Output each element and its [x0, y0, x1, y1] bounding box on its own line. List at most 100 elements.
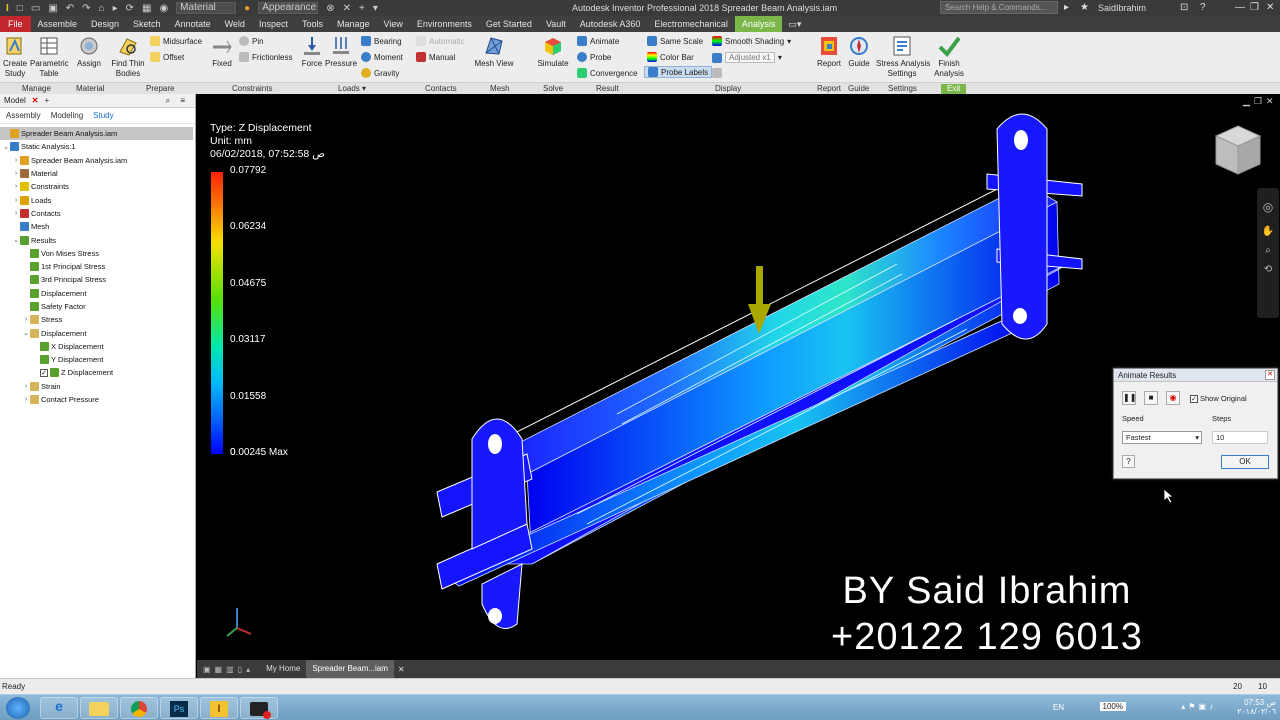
mesh-view-button[interactable]: Mesh View: [474, 35, 514, 69]
expand-toggle-icon[interactable]: ⌄: [22, 329, 30, 337]
speed-select[interactable]: Fastest ▾: [1122, 431, 1202, 444]
tree-item[interactable]: › Strain: [0, 380, 195, 393]
tab-get-started[interactable]: Get Started: [479, 16, 539, 32]
taskbar-inventor-icon[interactable]: I: [200, 697, 238, 719]
select-icon[interactable]: ▸: [113, 3, 118, 14]
measure-icon[interactable]: ▦: [142, 3, 151, 14]
tree-item[interactable]: ⌄ Displacement: [0, 326, 195, 339]
expand-toggle-icon[interactable]: ›: [12, 157, 20, 164]
plus-icon[interactable]: +: [359, 3, 365, 14]
pause-button[interactable]: ❚❚: [1122, 391, 1136, 405]
close-icon[interactable]: ✕: [1266, 2, 1274, 13]
tree-item[interactable]: Mesh: [0, 220, 195, 233]
tree-item[interactable]: ✓ Z Displacement: [0, 366, 195, 379]
help-button[interactable]: ?: [1122, 455, 1135, 468]
redo-icon[interactable]: ↷: [82, 3, 90, 14]
navigation-bar[interactable]: ◎ ✋ ⌕ ⟲: [1257, 188, 1279, 318]
tree-item[interactable]: › Stress: [0, 313, 195, 326]
tree-item[interactable]: Safety Factor: [0, 300, 195, 313]
tree-item[interactable]: Von Mises Stress: [0, 247, 195, 260]
taskbar-ie-icon[interactable]: e: [40, 697, 78, 719]
tree-item[interactable]: X Displacement: [0, 340, 195, 353]
open-icon[interactable]: ▭: [31, 3, 40, 14]
tab-options-icon[interactable]: ▭▾: [782, 19, 801, 30]
tree-item[interactable]: › Loads: [0, 193, 195, 206]
zoom-icon[interactable]: ⌕: [1257, 245, 1279, 256]
tree-item[interactable]: › Contacts: [0, 207, 195, 220]
tab-sketch[interactable]: Sketch: [126, 16, 168, 32]
loads-chevron-down-icon[interactable]: ▾: [362, 84, 366, 93]
browser-tab-model[interactable]: Model: [4, 96, 26, 105]
midsurface-button[interactable]: Midsurface: [150, 36, 202, 46]
tray-icons[interactable]: ▴⚑▣♪: [1181, 702, 1216, 711]
tab-assemble[interactable]: Assemble: [31, 16, 85, 32]
smooth-shading-dropdown[interactable]: Smooth Shading ▾: [712, 36, 791, 46]
undo-icon[interactable]: ↶: [66, 3, 74, 14]
tab-annotate[interactable]: Annotate: [168, 16, 218, 32]
browser-tab-modeling[interactable]: Modeling: [51, 111, 83, 120]
user-account[interactable]: SaidIbrahim: [1098, 3, 1146, 13]
tree-item[interactable]: ⌄ Static Analysis:1: [0, 140, 195, 153]
update-icon[interactable]: ⟳: [126, 3, 134, 14]
search-arrow-icon[interactable]: ▸: [1064, 2, 1069, 13]
checkbox-checked-icon[interactable]: ✓: [1190, 394, 1198, 403]
document-tab[interactable]: My Home: [260, 660, 306, 678]
language-indicator[interactable]: EN: [1053, 703, 1064, 712]
guide-button[interactable]: Guide: [846, 35, 872, 69]
probe-labels-button[interactable]: Probe Labels: [644, 66, 713, 78]
customize-icon[interactable]: ▾: [373, 3, 378, 14]
browser-tab-assembly[interactable]: Assembly: [6, 111, 41, 120]
bearing-button[interactable]: Bearing: [361, 36, 402, 46]
color-bar-button[interactable]: Color Bar: [647, 52, 694, 62]
tab-manage[interactable]: Manage: [330, 16, 377, 32]
tab-vault[interactable]: Vault: [539, 16, 573, 32]
frictionless-button[interactable]: Frictionless: [239, 52, 292, 62]
display-options-button[interactable]: [712, 68, 722, 78]
expand-toggle-icon[interactable]: ›: [12, 183, 20, 190]
expand-toggle-icon[interactable]: ›: [22, 383, 30, 390]
tree-item[interactable]: › Spreader Beam Analysis.iam: [0, 154, 195, 167]
tree-item[interactable]: 1st Principal Stress: [0, 260, 195, 273]
tab-electromechanical[interactable]: Electromechanical: [647, 16, 735, 32]
tab-analysis[interactable]: Analysis: [734, 16, 783, 32]
help-icon[interactable]: ?: [1200, 2, 1206, 13]
orbit-icon[interactable]: ⟲: [1257, 264, 1279, 275]
tile-windows-icon[interactable]: ▣▦▥▯▴: [197, 665, 260, 674]
steps-input[interactable]: 10: [1212, 431, 1268, 444]
tree-item[interactable]: Y Displacement: [0, 353, 195, 366]
offset-button[interactable]: Offset: [150, 52, 184, 62]
stop-button[interactable]: ■: [1144, 391, 1158, 405]
expand-toggle-icon[interactable]: ›: [12, 170, 20, 177]
tab-weld[interactable]: Weld: [218, 16, 252, 32]
clear-appearance-icon[interactable]: ⊗: [326, 3, 334, 14]
home-icon[interactable]: ⌂: [99, 3, 105, 14]
taskbar-photoshop-icon[interactable]: Ps: [160, 697, 198, 719]
app-icon[interactable]: I: [6, 3, 9, 14]
view-cube[interactable]: [1212, 124, 1264, 183]
pressure-button[interactable]: Pressure: [325, 35, 357, 69]
adjust-icon[interactable]: ✕: [343, 3, 351, 14]
pin-button[interactable]: Pin: [239, 36, 264, 46]
document-tab[interactable]: Spreader Beam...iam: [306, 660, 394, 678]
assign-button[interactable]: Assign: [76, 35, 102, 69]
minimize-icon[interactable]: —: [1235, 2, 1245, 13]
stress-analysis-settings-button[interactable]: Stress Analysis Settings: [876, 35, 930, 79]
add-browser-icon[interactable]: +: [45, 96, 50, 105]
taskbar-recorder-icon[interactable]: [240, 697, 278, 719]
tab-file[interactable]: File: [0, 16, 31, 32]
appearance-icon[interactable]: ●: [244, 3, 250, 14]
appearance-dropdown[interactable]: Appearance: [258, 2, 319, 14]
restore-icon[interactable]: ❐: [1250, 2, 1259, 13]
tab-design[interactable]: Design: [84, 16, 126, 32]
cart-icon[interactable]: ⊡: [1180, 2, 1188, 13]
adjusted-scale-dropdown[interactable]: Adjusted x1 ▾: [712, 52, 782, 63]
tree-item[interactable]: Displacement: [0, 287, 195, 300]
browser-tab-study[interactable]: Study: [93, 111, 113, 120]
material-dropdown[interactable]: Material: [176, 2, 237, 14]
help-search-input[interactable]: Search Help & Commands...: [940, 1, 1058, 14]
tab-autodesk-a360[interactable]: Autodesk A360: [573, 16, 648, 32]
tree-item[interactable]: ⌄ Results: [0, 233, 195, 246]
close-tab-icon[interactable]: ✕: [394, 665, 409, 674]
ok-button[interactable]: OK: [1221, 455, 1269, 469]
expand-toggle-icon[interactable]: ›: [22, 316, 30, 323]
